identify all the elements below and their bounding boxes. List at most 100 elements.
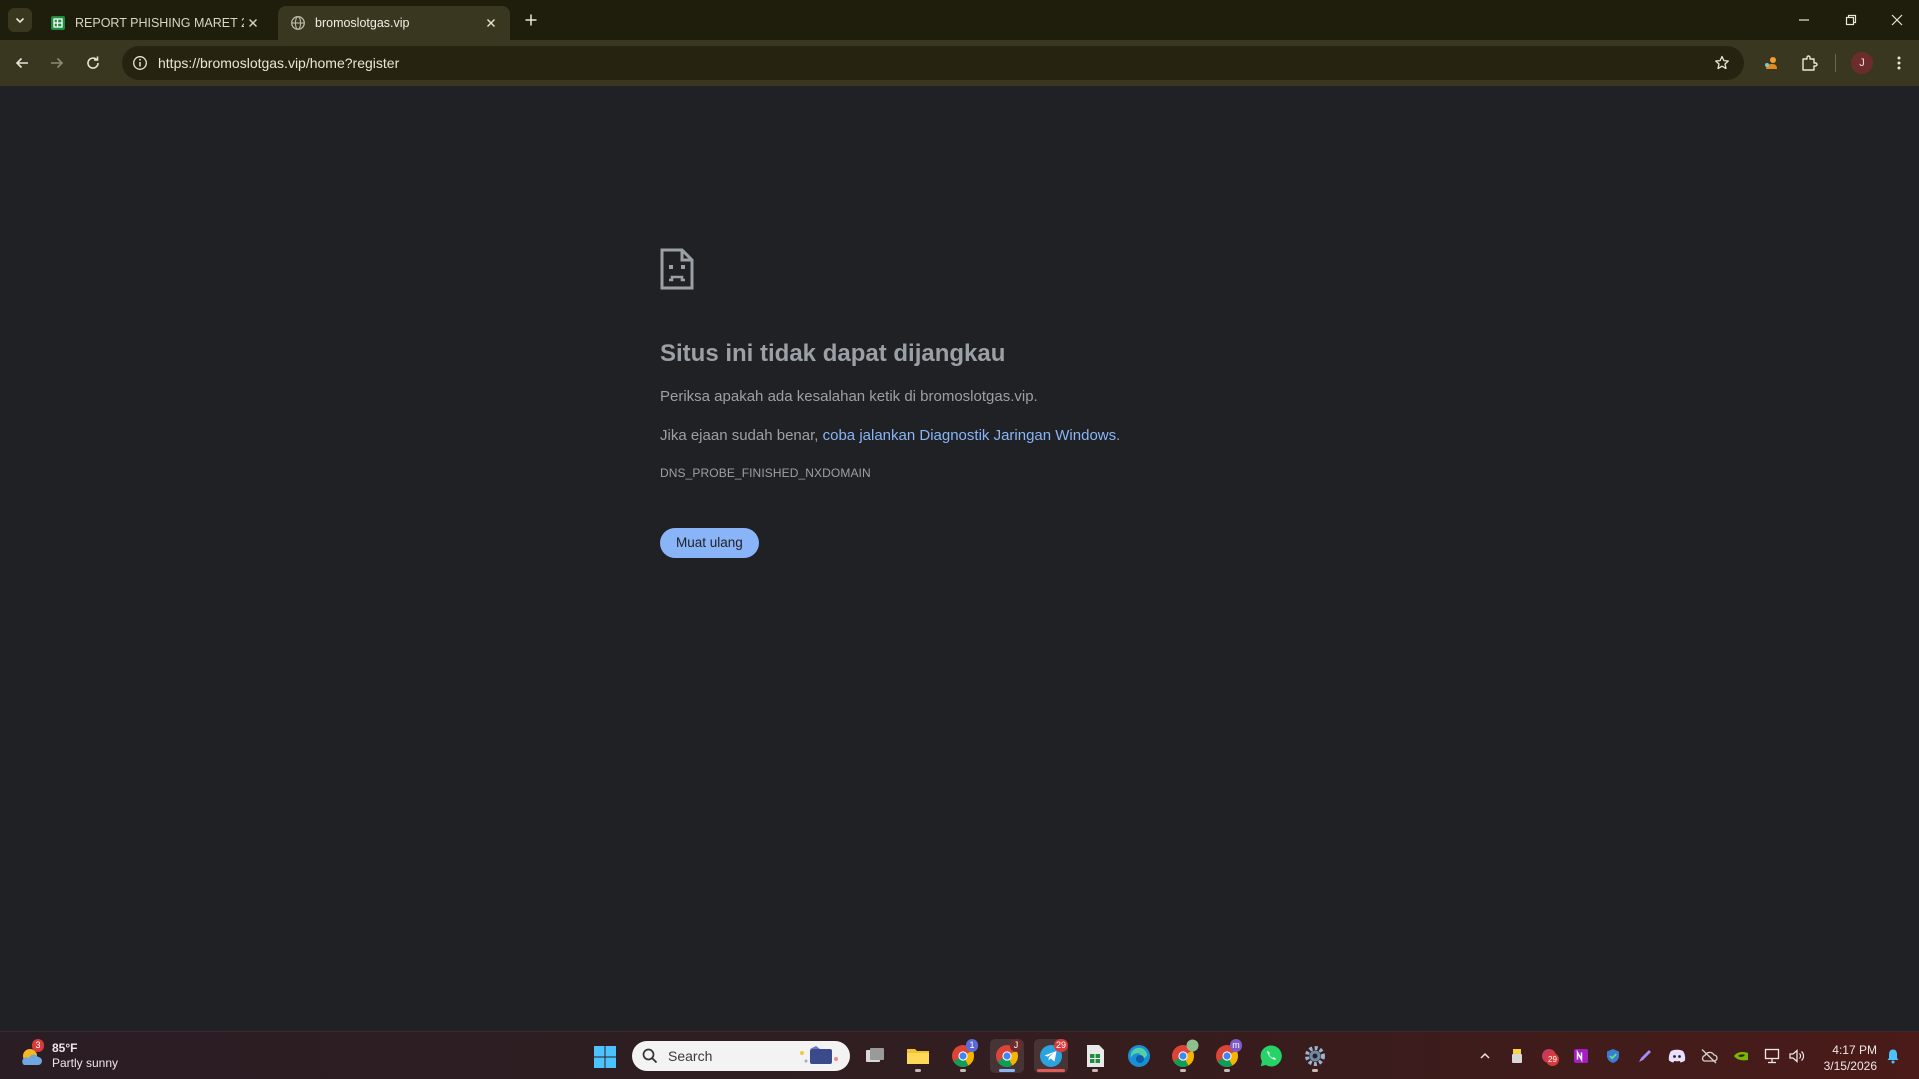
weather-temp: 85°F [52, 1041, 78, 1055]
arrow-left-icon [15, 57, 28, 69]
weather-badge: 3 [32, 1039, 44, 1052]
bookmark-button[interactable] [1710, 51, 1734, 75]
close-tab-button[interactable] [244, 14, 262, 32]
notes-icon [1574, 1049, 1588, 1063]
star-icon [1715, 55, 1729, 70]
tray-badge: 29 [1546, 1053, 1559, 1066]
task-view-icon [866, 1048, 884, 1062]
taskbar-chrome-2[interactable]: J [990, 1039, 1024, 1073]
taskbar-settings[interactable] [1298, 1039, 1332, 1073]
folder-icon [907, 1049, 929, 1064]
error-heading: Situs ini tidak dapat dijangkau [660, 340, 1006, 367]
unread-badge: 29 [1054, 1039, 1069, 1052]
tab-title: bromoslotgas.vip [315, 16, 410, 30]
extensions-menu-button[interactable] [1795, 49, 1823, 77]
network-diagnostics-link[interactable]: coba jalankan Diagnostik Jaringan Window… [823, 427, 1117, 444]
notifications-button[interactable] [1884, 1047, 1902, 1065]
taskbar-chrome-4[interactable]: m [1210, 1039, 1244, 1073]
nvidia-icon [1734, 1052, 1748, 1061]
extension-person-icon [1765, 57, 1777, 69]
clock-time: 4:17 PM [1832, 1043, 1877, 1057]
error-code: DNS_PROBE_FINISHED_NXDOMAIN [660, 466, 871, 480]
spreadsheet-icon [1087, 1045, 1104, 1067]
close-icon [487, 19, 495, 27]
tray-onenote[interactable] [1572, 1047, 1590, 1065]
tab-search-button[interactable] [8, 8, 32, 32]
taskbar-whatsapp[interactable] [1254, 1039, 1288, 1073]
tray-volume[interactable] [1788, 1047, 1806, 1065]
taskbar-clock[interactable]: 4:17 PM 3/15/2026 [1815, 1042, 1877, 1074]
reload-page-button[interactable]: Muat ulang [660, 528, 759, 558]
close-window-button[interactable] [1877, 6, 1917, 34]
suggestion-suffix: . [1116, 427, 1121, 444]
search-highlight-icon [800, 1046, 838, 1064]
taskbar-sheets-app[interactable] [1078, 1039, 1112, 1073]
tab-sheets[interactable]: REPORT PHISHING MARET 2026 - Google Shee… [38, 6, 272, 40]
new-tab-button[interactable] [520, 9, 542, 31]
weather-widget[interactable]: 3 85°F Partly sunny [18, 1039, 119, 1071]
bell-icon [1887, 1049, 1899, 1064]
chevron-down-icon [15, 17, 25, 24]
globe-icon [291, 16, 305, 30]
tab-title: REPORT PHISHING MARET 2026 - Google Shee… [75, 16, 244, 30]
plus-icon [525, 14, 537, 26]
discord-icon [1668, 1049, 1686, 1063]
weather-icon: 3 [18, 1039, 44, 1069]
tray-cloud-off[interactable] [1700, 1047, 1718, 1065]
tray-pen[interactable] [1636, 1047, 1654, 1065]
tab-strip: REPORT PHISHING MARET 2026 - Google Shee… [0, 0, 1919, 40]
error-message: Periksa apakah ada kesalahan ketik di br… [660, 388, 1038, 405]
taskbar-chrome-1[interactable]: 1 [946, 1039, 980, 1073]
browser-toolbar: https://bromoslotgas.vip/home?register J [0, 40, 1919, 86]
taskbar-chrome-3[interactable] [1166, 1039, 1200, 1073]
restore-button[interactable] [1831, 6, 1871, 34]
taskbar-edge[interactable] [1122, 1039, 1156, 1073]
taskbar: 3 85°F Partly sunny Search 1 J 29 m 29 4… [0, 1031, 1919, 1079]
volume-icon [1789, 1049, 1805, 1063]
sheets-icon [51, 16, 65, 30]
taskbar-file-explorer[interactable] [901, 1039, 935, 1073]
toolbar-divider [1835, 54, 1836, 72]
profile-badge-icon [1186, 1039, 1199, 1052]
site-info-icon[interactable] [132, 55, 148, 71]
close-icon [1891, 14, 1903, 26]
puzzle-icon [1802, 55, 1818, 71]
profile-avatar[interactable]: J [1851, 52, 1873, 74]
taskbar-search[interactable]: Search [632, 1041, 850, 1071]
profile-badge: m [1230, 1039, 1242, 1052]
usb-icon [1512, 1049, 1522, 1063]
edge-icon [1128, 1045, 1150, 1067]
gear-icon [1305, 1046, 1325, 1066]
close-icon [249, 19, 257, 27]
taskbar-task-view[interactable] [858, 1039, 892, 1073]
shield-icon [1607, 1049, 1619, 1063]
address-bar[interactable]: https://bromoslotgas.vip/home?register [122, 46, 1744, 80]
forward-button[interactable] [43, 49, 71, 77]
tray-network[interactable] [1764, 1047, 1782, 1065]
error-page: Situs ini tidak dapat dijangkau Periksa … [660, 248, 1300, 558]
search-icon [642, 1048, 658, 1064]
more-vertical-icon [1897, 56, 1901, 70]
taskbar-telegram[interactable]: 29 [1034, 1039, 1069, 1073]
reload-button[interactable] [79, 49, 107, 77]
tab-bromoslotgas[interactable]: bromoslotgas.vip [278, 6, 510, 40]
arrow-right-icon [51, 57, 64, 69]
windows-start-icon[interactable] [593, 1045, 617, 1069]
back-button[interactable] [8, 49, 36, 77]
tray-discord[interactable] [1668, 1047, 1686, 1065]
chrome-menu-button[interactable] [1885, 49, 1913, 77]
tray-app-2[interactable]: 29 [1540, 1047, 1559, 1066]
whatsapp-icon [1260, 1045, 1282, 1067]
chevron-up-icon [1480, 1052, 1490, 1059]
extension-button[interactable] [1757, 49, 1785, 77]
tray-app-1[interactable] [1508, 1047, 1526, 1065]
tray-nvidia[interactable] [1732, 1047, 1750, 1065]
address-url: https://bromoslotgas.vip/home?register [158, 55, 400, 71]
minimize-button[interactable] [1784, 6, 1824, 34]
weather-condition: Partly sunny [52, 1056, 119, 1070]
cloud-off-icon [1701, 1049, 1718, 1064]
tray-defender[interactable] [1604, 1047, 1622, 1065]
profile-badge: 1 [966, 1039, 978, 1052]
show-hidden-icons-button[interactable] [1476, 1047, 1494, 1065]
close-tab-button[interactable] [482, 14, 500, 32]
